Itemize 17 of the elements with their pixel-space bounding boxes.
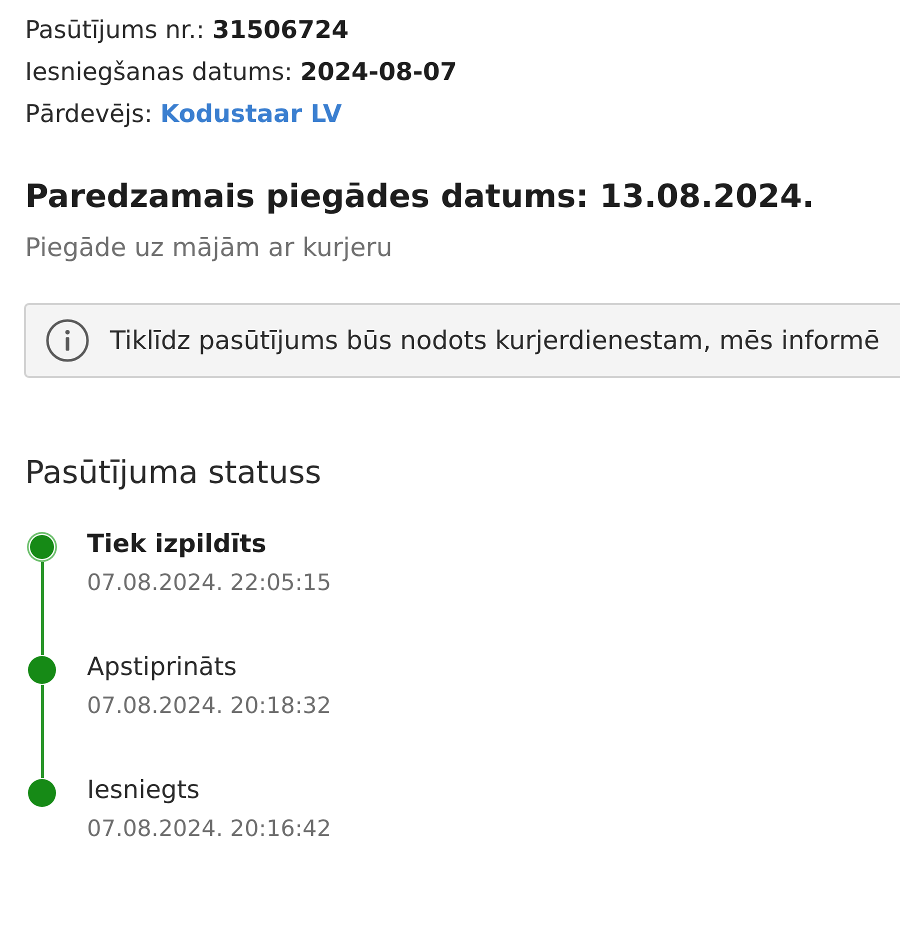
- status-name: Apstiprināts: [87, 651, 238, 683]
- status-timestamp: 07.08.2024. 22:05:15: [87, 569, 332, 598]
- field-label: Pārdevējs:: [25, 99, 152, 128]
- info-icon: [46, 319, 89, 362]
- status-heading: Pasūtījuma statuss: [25, 454, 322, 493]
- delivery-date-heading: Paredzamais piegādes datums: 13.08.2024.: [25, 176, 814, 217]
- status-name: Tiek izpildīts: [87, 528, 268, 560]
- status-timestamp: 07.08.2024. 20:18:32: [87, 692, 332, 721]
- field-value: 31506724: [212, 15, 349, 44]
- field-label: Iesniegšanas datums:: [25, 57, 292, 86]
- field-value: 2024-08-07: [300, 57, 457, 86]
- status-name: Iesniegts: [87, 774, 201, 806]
- status-timestamp: 07.08.2024. 20:16:42: [87, 815, 332, 844]
- seller-link[interactable]: Kodustaar LV: [160, 99, 342, 128]
- field-label: Pasūtījums nr.:: [25, 15, 205, 44]
- notice-text: Tiklīdz pasūtījums būs nodots kurjerdienestam, mēs informē: [110, 324, 880, 358]
- delivery-method-text: Piegāde uz mājām ar kurjeru: [25, 232, 392, 265]
